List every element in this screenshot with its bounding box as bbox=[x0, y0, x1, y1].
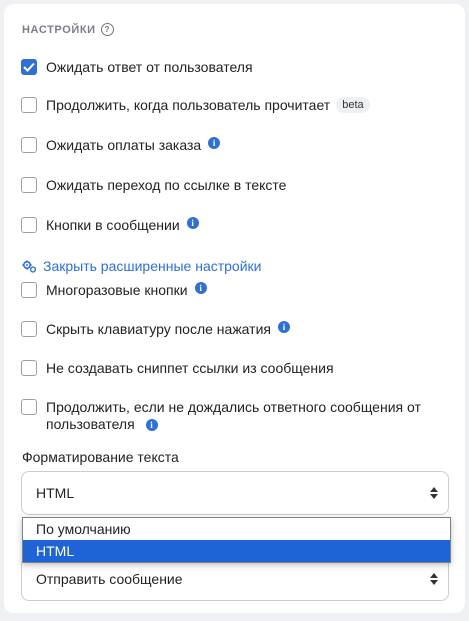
settings-section-title: НАСТРОЙКИ ? bbox=[22, 23, 114, 36]
checkbox-row-hide-keyboard[interactable]: Скрыть клавиатуру после нажатия i bbox=[21, 321, 290, 337]
checkbox-row-wait-link[interactable]: Ожидать переход по ссылке в тексте bbox=[21, 177, 286, 193]
checkbox-label: Многоразовые кнопки bbox=[46, 282, 188, 298]
formatting-select[interactable]: HTML bbox=[21, 471, 449, 515]
checkbox-wait-reply[interactable] bbox=[21, 59, 37, 75]
info-icon[interactable]: i bbox=[208, 137, 221, 149]
dropdown-option-html[interactable]: HTML bbox=[23, 540, 450, 562]
checkbox-row-no-snippet[interactable]: Не создавать сниппет ссылки из сообщения bbox=[21, 360, 334, 376]
checkbox-label-multiline: Продолжить, если не дождались ответного … bbox=[46, 399, 421, 433]
formatting-dropdown-list: По умолчанию HTML bbox=[22, 517, 451, 563]
gears-icon bbox=[22, 259, 37, 273]
checkbox-label: Кнопки в сообщении bbox=[46, 217, 180, 233]
select-arrows-icon bbox=[430, 487, 438, 499]
checkbox-row-wait-reply[interactable]: Ожидать ответ от пользователя bbox=[21, 59, 253, 75]
checkbox-continue-no-reply[interactable] bbox=[21, 399, 37, 415]
section-title-text: НАСТРОЙКИ bbox=[22, 23, 96, 36]
settings-panel: НАСТРОЙКИ ? Ожидать ответ от пользовател… bbox=[4, 4, 465, 613]
checkbox-label: Ожидать ответ от пользователя bbox=[46, 59, 253, 75]
formatting-select-value: HTML bbox=[36, 485, 75, 501]
select-arrows-icon bbox=[430, 573, 438, 585]
checkbox-label-line2-wrap: пользователя i bbox=[46, 416, 421, 433]
beta-badge: beta bbox=[336, 97, 370, 113]
checkbox-label: Продолжить, когда пользователь прочитает bbox=[46, 97, 331, 113]
checkbox-message-buttons[interactable] bbox=[21, 217, 37, 233]
checkbox-label: Ожидать переход по ссылке в тексте bbox=[46, 177, 287, 193]
close-advanced-settings-link[interactable]: Закрыть расширенные настройки bbox=[22, 258, 261, 274]
checkbox-no-snippet[interactable] bbox=[21, 360, 37, 376]
info-icon[interactable]: i bbox=[277, 321, 290, 333]
checkbox-label: Не создавать сниппет ссылки из сообщения bbox=[46, 360, 334, 376]
checkbox-wait-payment[interactable] bbox=[21, 137, 37, 153]
checkbox-row-message-buttons[interactable]: Кнопки в сообщении i bbox=[21, 217, 199, 233]
checkbox-label-line2: пользователя bbox=[46, 416, 135, 432]
checkbox-label-line1: Продолжить, если не дождались ответного … bbox=[46, 399, 421, 415]
checkbox-row-continue-no-reply[interactable]: Продолжить, если не дождались ответного … bbox=[21, 399, 421, 433]
checkbox-label: Скрыть клавиатуру после нажатия bbox=[46, 321, 271, 337]
checkbox-label: Ожидать оплаты заказа bbox=[46, 137, 202, 153]
dropdown-option-default[interactable]: По умолчанию bbox=[23, 518, 450, 540]
info-icon[interactable]: i bbox=[145, 419, 158, 432]
action-select-value: Отправить сообщение bbox=[36, 571, 183, 587]
checkbox-continue-read[interactable] bbox=[21, 97, 37, 113]
action-select[interactable]: Отправить сообщение bbox=[21, 557, 449, 601]
formatting-label: Форматирование текста bbox=[22, 449, 179, 465]
checkbox-row-continue-read[interactable]: Продолжить, когда пользователь прочитает… bbox=[21, 97, 370, 113]
checkmark-icon bbox=[23, 62, 35, 72]
checkbox-row-reusable-buttons[interactable]: Многоразовые кнопки i bbox=[21, 282, 207, 298]
checkbox-row-wait-payment[interactable]: Ожидать оплаты заказа i bbox=[21, 137, 221, 153]
checkbox-reusable-buttons[interactable] bbox=[21, 282, 37, 298]
checkbox-wait-link[interactable] bbox=[21, 177, 37, 193]
help-icon[interactable]: ? bbox=[100, 23, 114, 36]
info-icon[interactable]: i bbox=[186, 217, 199, 229]
info-icon[interactable]: i bbox=[194, 282, 207, 294]
advanced-link-label: Закрыть расширенные настройки bbox=[43, 258, 262, 274]
checkbox-hide-keyboard[interactable] bbox=[21, 321, 37, 337]
